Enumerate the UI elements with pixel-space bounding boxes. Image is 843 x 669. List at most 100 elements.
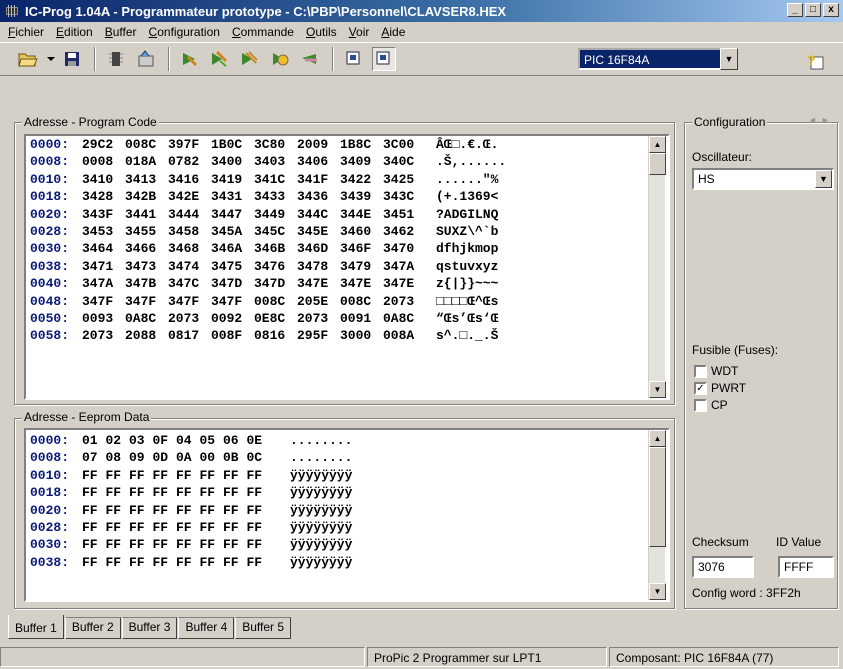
panel-arrows-icon[interactable]: ◄► (808, 115, 834, 125)
tab-buffer-4[interactable]: Buffer 4 (178, 617, 235, 639)
write-settings-icon[interactable] (134, 47, 158, 71)
wdt-checkbox[interactable] (694, 364, 707, 378)
program-code-view[interactable]: 0000: 29C2 008C 397F 1B0C 3C80 2009 1B8C 3C00 ÂŒ□… (24, 134, 670, 400)
eeprom-byte: 0B (223, 450, 239, 466)
eeprom-byte: 04 (176, 433, 192, 448)
program-code-scrollbar[interactable]: ▲ ▼ (648, 136, 666, 398)
fuse-cp[interactable]: CP (694, 398, 728, 412)
fuse-pwrt[interactable]: ✓ PWRT (694, 381, 746, 395)
minimize-button[interactable]: _ (787, 3, 803, 17)
code-word: 3428 (82, 189, 114, 205)
eeprom-byte: FF (105, 554, 122, 570)
read-device-icon[interactable] (104, 47, 128, 71)
code-word: 3444 (168, 206, 200, 222)
scroll-down-icon[interactable]: ▼ (649, 381, 666, 398)
code-word: 341C (254, 171, 286, 187)
scroll-thumb[interactable] (649, 153, 666, 175)
menu-fichier[interactable]: Fichier (2, 25, 50, 39)
code-word: 3460 (340, 223, 372, 239)
row-ascii: ÿÿÿÿÿÿÿÿ (290, 467, 353, 483)
row-address: 0020: (30, 206, 70, 222)
code-word: 346A (211, 241, 243, 257)
menu-commande[interactable]: Commande (226, 25, 300, 39)
code-word: 2073 (168, 310, 200, 326)
eeprom-byte: FF (82, 485, 98, 501)
erase-icon[interactable] (268, 47, 292, 71)
maximize-button[interactable]: □ (805, 3, 821, 17)
cp-checkbox[interactable] (694, 398, 707, 412)
open-icon[interactable] (16, 47, 40, 71)
eeprom-byte: FF (223, 467, 239, 483)
code-word: 3476 (254, 258, 286, 274)
eeprom-byte: FF (152, 502, 169, 518)
tab-buffer-5[interactable]: Buffer 5 (235, 617, 292, 639)
code-word: 3400 (211, 154, 243, 170)
chevron-down-icon[interactable]: ▼ (720, 48, 738, 70)
row-address: 0018: (30, 189, 70, 205)
oscillator-select[interactable]: HS ▼ (692, 168, 834, 190)
row-ascii: .Š,...... (436, 154, 507, 170)
eeprom-byte: FF (176, 485, 192, 501)
code-word: 3000 (340, 328, 372, 344)
code-word: 347A (383, 258, 415, 274)
program-icon[interactable] (178, 47, 202, 71)
menu-aide[interactable]: Aide (375, 25, 411, 39)
toolbar-separator (168, 47, 170, 71)
scroll-down-icon[interactable]: ▼ (649, 583, 666, 600)
code-word: 346F (340, 241, 372, 257)
scroll-thumb[interactable] (649, 447, 666, 547)
dropdown-arrow-icon[interactable] (46, 47, 56, 71)
eeprom-byte: FF (246, 537, 263, 553)
code-word: 342E (168, 189, 200, 205)
tab-buffer-1[interactable]: Buffer 1 (8, 615, 64, 639)
fuse-wdt[interactable]: WDT (694, 364, 738, 378)
row-address: 0038: (30, 554, 70, 570)
code-word: 345E (297, 223, 329, 239)
code-word: 3422 (340, 171, 372, 187)
tab-buffer-2[interactable]: Buffer 2 (64, 617, 121, 639)
eeprom-byte: FF (152, 537, 169, 553)
menu-configuration[interactable]: Configuration (143, 25, 226, 39)
verify-icon[interactable] (238, 47, 262, 71)
eeprom-byte: FF (223, 485, 239, 501)
view-buffer-alt-icon[interactable] (372, 47, 396, 71)
code-word: 347F (211, 293, 243, 309)
row-address: 0008: (30, 450, 70, 466)
fuses-label: Fusible (Fuses): (692, 343, 779, 357)
device-select[interactable]: PIC 16F84A ▼ (578, 48, 738, 70)
program-all-icon[interactable] (208, 47, 232, 71)
chevron-down-icon[interactable]: ▼ (815, 170, 832, 188)
menu-voir[interactable]: Voir (343, 25, 376, 39)
blank-check-icon[interactable] (298, 47, 322, 71)
menu-outils[interactable]: Outils (300, 25, 343, 39)
menu-edition[interactable]: Edition (50, 25, 99, 39)
code-word: 343F (82, 206, 114, 222)
code-word: 2073 (82, 328, 114, 344)
program-code-row: 0048: 347F 347F 347F 347F 008C 205E 008C 2073 □□□… (26, 293, 668, 310)
checksum-field: 3076 (692, 556, 754, 578)
code-word: 3C00 (383, 137, 415, 152)
code-word: 008F (211, 328, 243, 344)
scroll-up-icon[interactable]: ▲ (649, 136, 666, 153)
eeprom-byte: FF (82, 519, 98, 535)
scroll-up-icon[interactable]: ▲ (649, 430, 666, 447)
row-ascii: ......"% (436, 171, 499, 187)
code-word: 3447 (211, 206, 243, 222)
tab-buffer-3[interactable]: Buffer 3 (121, 617, 178, 639)
eeprom-row: 0030: FF FF FF FF FF FF FF FF ÿÿÿÿÿÿÿÿ (26, 536, 668, 553)
code-word: 3479 (340, 258, 372, 274)
view-buffer-icon[interactable] (342, 47, 366, 71)
status-empty (0, 647, 365, 667)
eeprom-byte: FF (246, 467, 263, 483)
eeprom-byte: FF (129, 467, 145, 483)
device-select-value: PIC 16F84A (578, 48, 720, 70)
save-icon[interactable] (60, 47, 84, 71)
eeprom-scrollbar[interactable]: ▲ ▼ (648, 430, 666, 600)
close-button[interactable]: x (823, 3, 839, 17)
menu-buffer[interactable]: Buffer (99, 25, 143, 39)
help-icon[interactable]: ? (803, 49, 827, 73)
eeprom-byte: FF (176, 502, 192, 518)
eeprom-view[interactable]: 0000: 01 02 03 0F 04 05 06 0E........ 0008: 07 08 09… (24, 428, 670, 602)
pwrt-checkbox[interactable]: ✓ (694, 381, 707, 395)
id-value-field[interactable]: FFFF (778, 556, 834, 578)
